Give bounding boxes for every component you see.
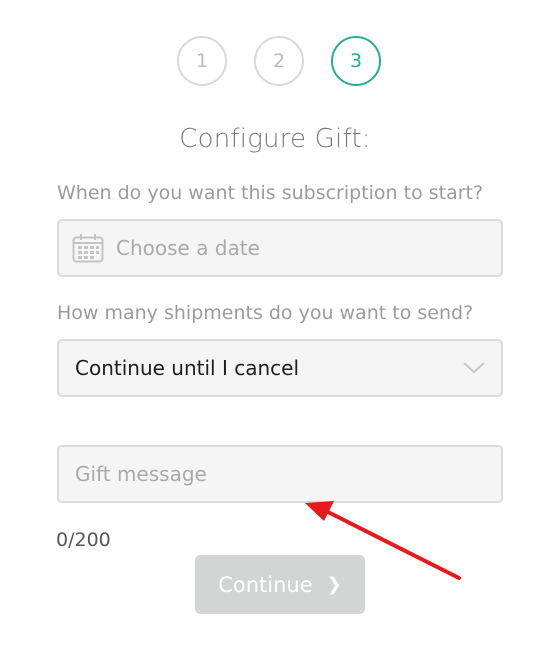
shipments-question: How many shipments do you want to send?	[57, 302, 474, 324]
calendar-icon	[72, 234, 104, 263]
chevron-right-icon: ❯	[326, 574, 342, 595]
step-1-label: 1	[195, 50, 209, 72]
shipments-selected-value: Continue until I cancel	[75, 356, 299, 380]
start-date-field[interactable]: Choose a date	[57, 219, 503, 277]
step-3-active[interactable]: 3	[331, 36, 381, 86]
start-date-question: When do you want this subscription to st…	[57, 182, 484, 204]
step-2[interactable]: 2	[254, 36, 304, 86]
step-2-label: 2	[272, 50, 286, 72]
gift-message-field[interactable]: Gift message	[57, 445, 503, 503]
character-counter: 0/200	[56, 529, 111, 551]
gift-message-placeholder: Gift message	[75, 462, 207, 486]
step-3-label: 3	[349, 50, 363, 72]
continue-button[interactable]: Continue ❯	[195, 555, 365, 614]
shipments-select[interactable]: Continue until I cancel	[57, 339, 503, 397]
page-title: Configure Gift:	[179, 124, 371, 154]
progress-steps: 1 2 3	[0, 36, 550, 90]
date-placeholder: Choose a date	[116, 236, 260, 260]
step-1[interactable]: 1	[177, 36, 227, 86]
chevron-down-icon	[463, 362, 485, 374]
continue-button-label: Continue	[218, 572, 313, 597]
